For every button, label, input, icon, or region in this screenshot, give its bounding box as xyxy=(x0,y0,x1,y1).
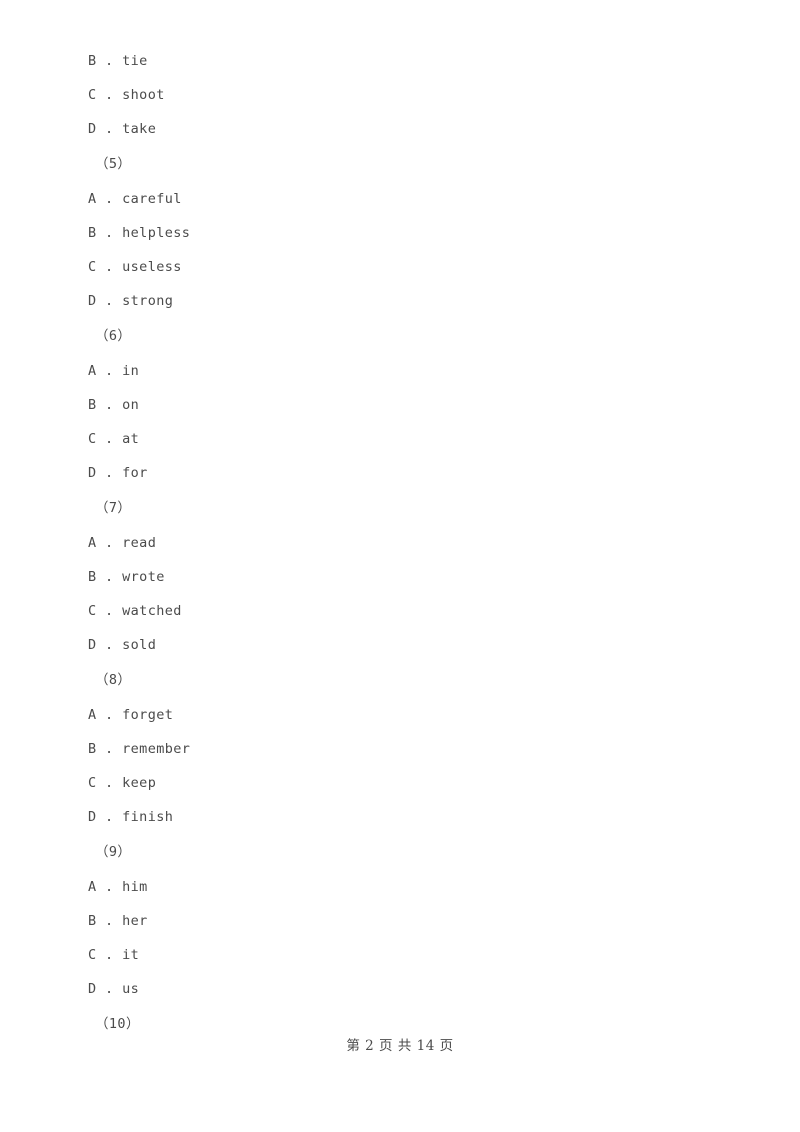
answer-option: B . her xyxy=(88,913,148,929)
question-number: （9） xyxy=(95,844,132,860)
answer-option: C . useless xyxy=(88,259,182,275)
answer-option: C . watched xyxy=(88,603,182,619)
answer-option: D . take xyxy=(88,121,157,137)
answer-option: D . sold xyxy=(88,637,157,653)
answer-option: C . keep xyxy=(88,775,157,791)
answer-option: A . read xyxy=(88,535,157,551)
question-number: （6） xyxy=(95,328,132,344)
answer-option: D . us xyxy=(88,981,140,997)
answer-option: B . tie xyxy=(88,53,148,69)
answer-option: C . shoot xyxy=(88,87,165,103)
question-number: （10） xyxy=(95,1016,140,1032)
answer-option: B . wrote xyxy=(88,569,165,585)
question-number: （8） xyxy=(95,672,132,688)
answer-option: C . at xyxy=(88,431,140,447)
answer-option: C . it xyxy=(88,947,140,963)
answer-option: D . finish xyxy=(88,809,174,825)
answer-option: A . forget xyxy=(88,707,174,723)
answer-option: B . helpless xyxy=(88,225,191,241)
page-number-footer: 第 2 页 共 14 页 xyxy=(346,1038,454,1054)
question-number: （7） xyxy=(95,500,132,516)
answer-option: B . on xyxy=(88,397,140,413)
document-page: B . tie C . shoot D . take （5） A . careful B … xyxy=(0,0,800,1132)
answer-option: A . in xyxy=(88,363,140,379)
answer-option: D . strong xyxy=(88,293,174,309)
answer-option: D . for xyxy=(88,465,148,481)
answer-option: A . him xyxy=(88,879,148,895)
question-number: （5） xyxy=(95,156,132,172)
answer-option: A . careful xyxy=(88,191,182,207)
answer-option: B . remember xyxy=(88,741,191,757)
